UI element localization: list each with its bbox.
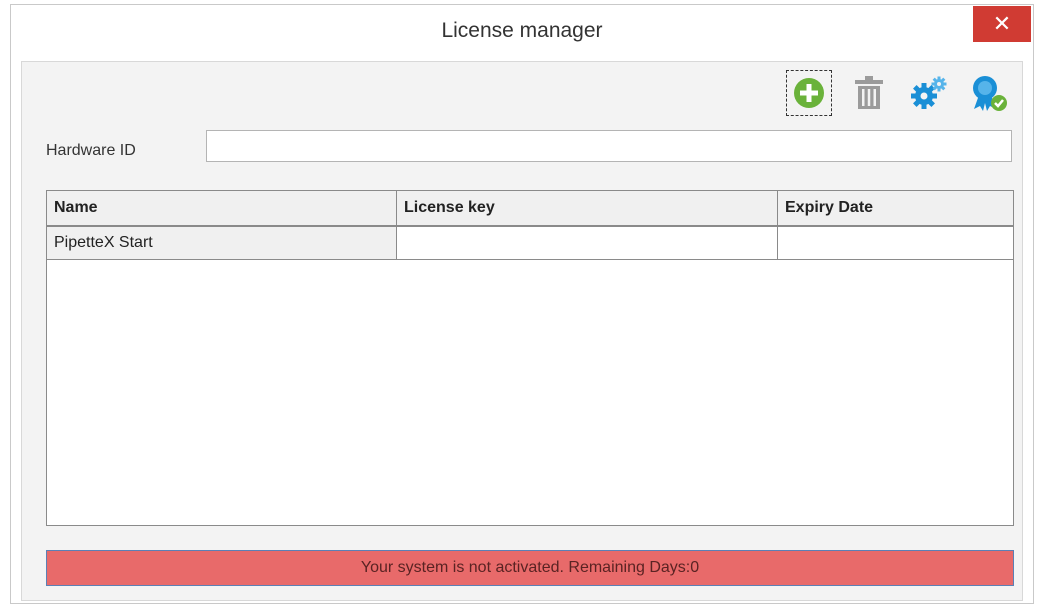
close-button[interactable]: ✕ — [973, 6, 1031, 42]
add-license-button[interactable] — [786, 70, 832, 116]
activation-status-bar: Your system is not activated. Remaining … — [46, 550, 1014, 586]
table-header: Name License key Expiry Date — [47, 191, 1013, 227]
settings-button[interactable] — [906, 70, 952, 116]
license-table[interactable]: Name License key Expiry Date PipetteX St… — [46, 190, 1014, 526]
table-row[interactable]: PipetteX Start — [47, 227, 1013, 260]
license-manager-window: License manager ✕ Hardware ID Name Licen… — [10, 4, 1034, 604]
hardware-id-input[interactable] — [206, 130, 1012, 162]
plus-circle-icon — [794, 78, 824, 108]
cell-expiry-date[interactable] — [778, 227, 1013, 259]
delete-license-button[interactable] — [846, 70, 892, 116]
window-title: License manager — [441, 19, 603, 42]
column-header-name[interactable]: Name — [47, 191, 397, 225]
close-icon: ✕ — [992, 11, 1012, 36]
cell-name[interactable]: PipetteX Start — [47, 227, 397, 259]
activate-button[interactable] — [966, 70, 1012, 116]
trash-icon — [855, 76, 883, 109]
cell-license-key[interactable] — [397, 227, 778, 259]
client-area: Hardware ID Name License key Expiry Date… — [21, 61, 1023, 601]
column-header-expiry-date[interactable]: Expiry Date — [778, 191, 1013, 225]
toolbar — [786, 68, 1012, 118]
hardware-id-label: Hardware ID — [46, 142, 136, 159]
gear-icon — [911, 76, 947, 109]
certificate-check-icon — [973, 76, 1007, 111]
title-bar: License manager — [11, 5, 1033, 59]
column-header-license-key[interactable]: License key — [397, 191, 778, 225]
